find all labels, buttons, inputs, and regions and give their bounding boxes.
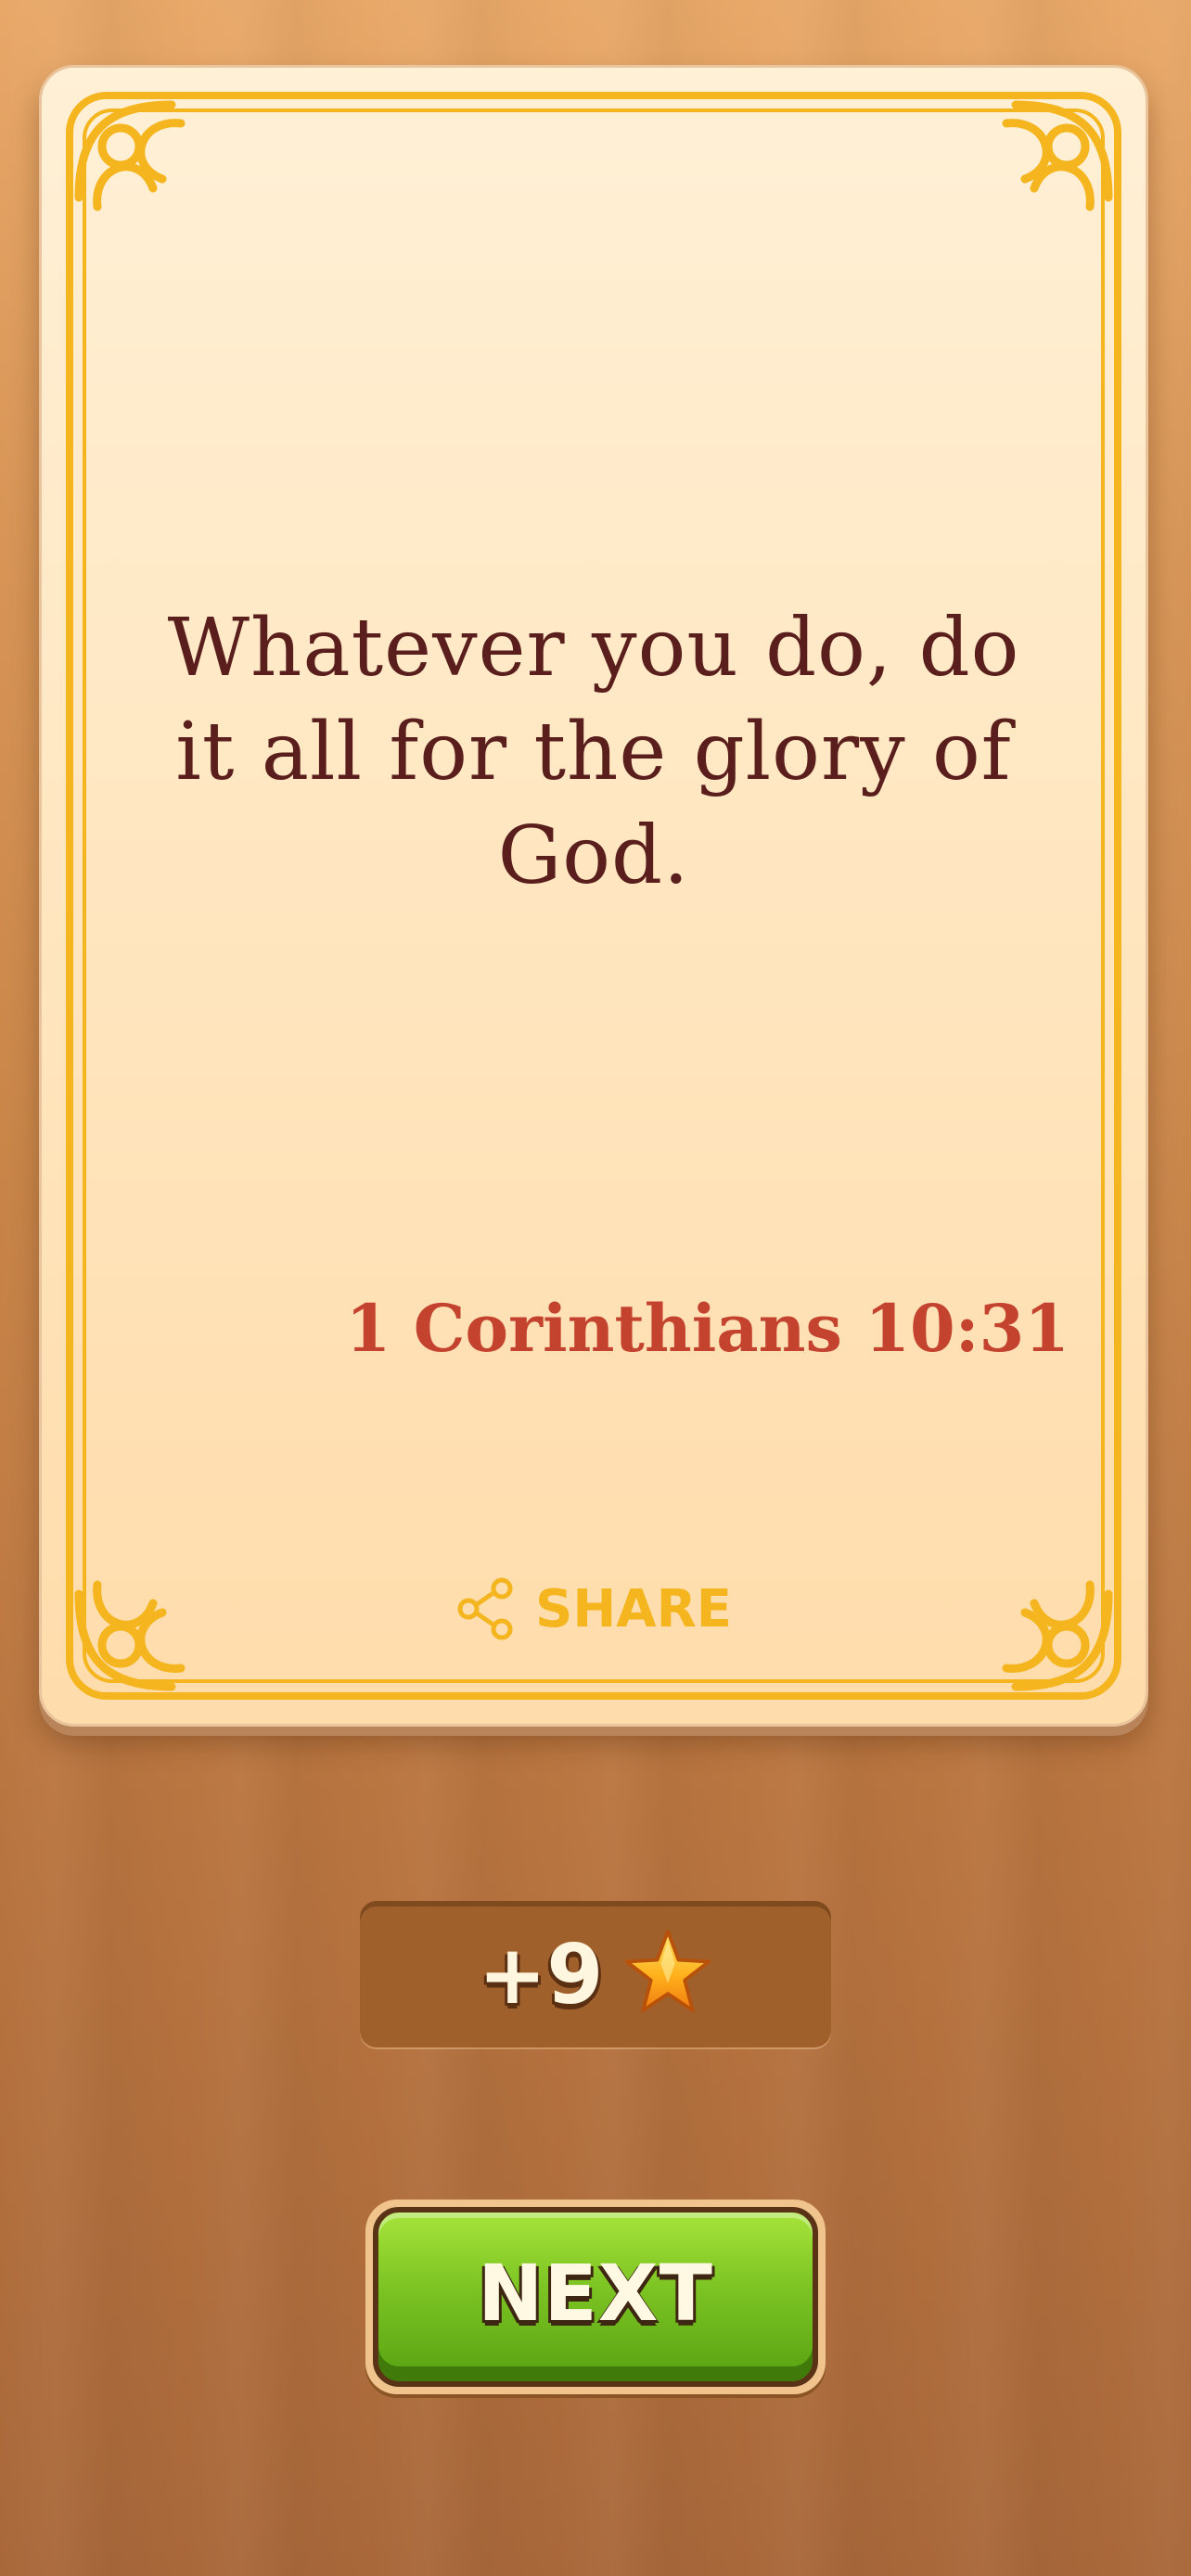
verse-text: Whatever you do, do it all for the glory…: [167, 602, 1020, 902]
next-button-label: NEXT: [478, 2248, 713, 2339]
reward-badge: +9: [360, 1901, 831, 2047]
verse-card: Whatever you do, do it all for the glory…: [39, 65, 1148, 1727]
share-icon: [455, 1577, 519, 1640]
verse-reference: 1 Corinthians 10:31: [345, 1290, 1069, 1367]
reward-value: +9: [478, 1926, 604, 2022]
next-button[interactable]: NEXT: [373, 2207, 818, 2387]
next-button-frame: NEXT: [365, 2200, 826, 2394]
share-button[interactable]: SHARE: [42, 1577, 1146, 1640]
share-label: SHARE: [535, 1578, 732, 1639]
star-icon: [623, 1928, 712, 2021]
